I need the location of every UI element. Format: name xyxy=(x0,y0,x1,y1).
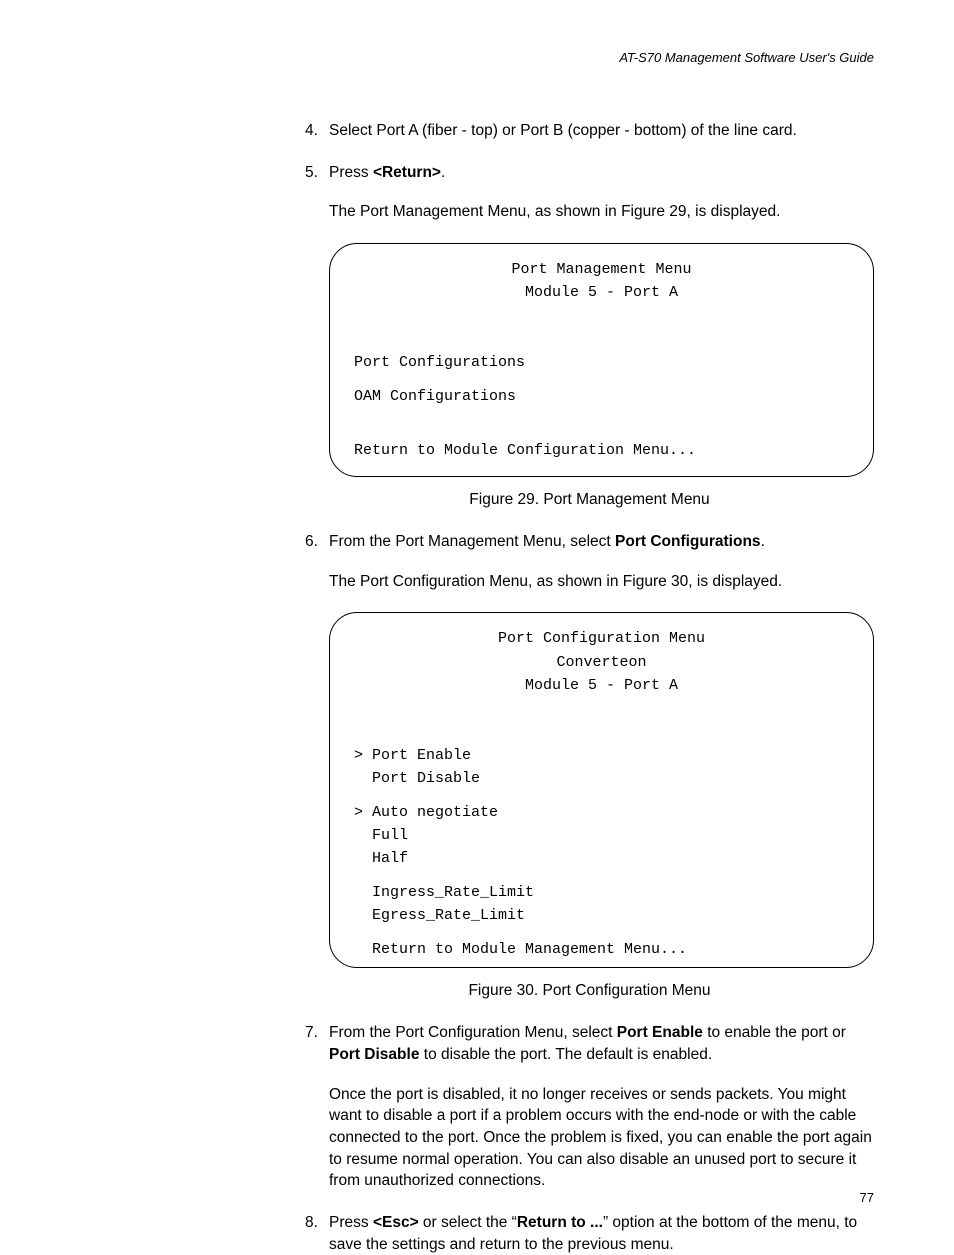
step-number: 5. xyxy=(305,162,329,223)
figure-29-box: Port Management Menu Module 5 - Port A P… xyxy=(329,243,874,477)
menu-line: Half xyxy=(354,847,849,870)
text-fragment: . xyxy=(761,533,765,550)
blank-line xyxy=(354,697,849,720)
step-7: 7. From the Port Configuration Menu, sel… xyxy=(305,1022,874,1192)
figure-title: Port Configuration Menu xyxy=(354,627,849,650)
figure-subtitle: Module 5 - Port A xyxy=(354,674,849,697)
blank-line xyxy=(354,374,849,385)
text-fragment: or select the “ xyxy=(419,1214,517,1231)
blank-line xyxy=(354,408,849,431)
menu-line: > Auto negotiate xyxy=(354,801,849,824)
step-body: Press <Return>. The Port Management Menu… xyxy=(329,162,874,223)
step-text: Press <Esc> or select the “Return to ...… xyxy=(329,1212,874,1255)
menu-line: Port Disable xyxy=(354,767,849,790)
figure-30-caption: Figure 30. Port Configuration Menu xyxy=(305,982,874,1000)
page-container: AT-S70 Management Software User's Guide … xyxy=(0,0,954,1235)
content-area: 4. Select Port A (fiber - top) or Port B… xyxy=(305,120,874,1255)
blank-line xyxy=(354,305,849,328)
step-text: Press <Return>. xyxy=(329,162,874,184)
figure-title: Port Management Menu xyxy=(354,258,849,281)
step-number: 7. xyxy=(305,1022,329,1192)
blank-line xyxy=(354,870,849,881)
step-text: Select Port A (fiber - top) or Port B (c… xyxy=(329,120,874,142)
text-fragment: to disable the port. The default is enab… xyxy=(419,1046,712,1063)
text-fragment: to enable the port or xyxy=(703,1024,846,1041)
step-number: 8. xyxy=(305,1212,329,1255)
step-desc: The Port Configuration Menu, as shown in… xyxy=(329,571,874,593)
step-body: Select Port A (fiber - top) or Port B (c… xyxy=(329,120,874,142)
step-body: Press <Esc> or select the “Return to ...… xyxy=(329,1212,874,1255)
text-fragment: From the Port Configuration Menu, select xyxy=(329,1024,617,1041)
bold-esc: <Esc> xyxy=(373,1214,419,1231)
blank-line xyxy=(354,431,849,439)
menu-line: Full xyxy=(354,824,849,847)
bold-port-configurations: Port Configurations xyxy=(615,533,761,550)
blank-line xyxy=(354,328,849,351)
text-fragment: Press xyxy=(329,1214,373,1231)
step-4: 4. Select Port A (fiber - top) or Port B… xyxy=(305,120,874,142)
blank-line xyxy=(354,720,849,743)
menu-line: Egress_Rate_Limit xyxy=(354,904,849,927)
page-header: AT-S70 Management Software User's Guide xyxy=(80,50,874,65)
page-number: 77 xyxy=(860,1190,874,1205)
menu-line: Ingress_Rate_Limit xyxy=(354,881,849,904)
text-fragment: From the Port Management Menu, select xyxy=(329,533,615,550)
bold-return: <Return> xyxy=(373,164,441,181)
blank-line xyxy=(354,790,849,801)
menu-line: OAM Configurations xyxy=(354,385,849,408)
step-desc: The Port Management Menu, as shown in Fi… xyxy=(329,201,874,223)
menu-line: Return to Module Configuration Menu... xyxy=(354,439,849,462)
menu-line: Port Configurations xyxy=(354,351,849,374)
figure-subtitle: Module 5 - Port A xyxy=(354,281,849,304)
figure-subtitle: Converteon xyxy=(354,651,849,674)
blank-line xyxy=(354,927,849,938)
step-8: 8. Press <Esc> or select the “Return to … xyxy=(305,1212,874,1255)
figure-29-caption: Figure 29. Port Management Menu xyxy=(305,491,874,509)
figure-30-box: Port Configuration Menu Converteon Modul… xyxy=(329,612,874,968)
step-number: 4. xyxy=(305,120,329,142)
menu-line: Return to Module Management Menu... xyxy=(354,938,849,961)
step-desc: Once the port is disabled, it no longer … xyxy=(329,1084,874,1192)
step-body: From the Port Management Menu, select Po… xyxy=(329,531,874,592)
step-6: 6. From the Port Management Menu, select… xyxy=(305,531,874,592)
text-fragment: . xyxy=(441,164,445,181)
bold-return-to: Return to ... xyxy=(517,1214,603,1231)
step-text: From the Port Management Menu, select Po… xyxy=(329,531,874,553)
step-text: From the Port Configuration Menu, select… xyxy=(329,1022,874,1065)
text-fragment: Press xyxy=(329,164,373,181)
step-number: 6. xyxy=(305,531,329,592)
bold-port-enable: Port Enable xyxy=(617,1024,703,1041)
step-5: 5. Press <Return>. The Port Management M… xyxy=(305,162,874,223)
step-body: From the Port Configuration Menu, select… xyxy=(329,1022,874,1192)
menu-line: > Port Enable xyxy=(354,744,849,767)
bold-port-disable: Port Disable xyxy=(329,1046,419,1063)
